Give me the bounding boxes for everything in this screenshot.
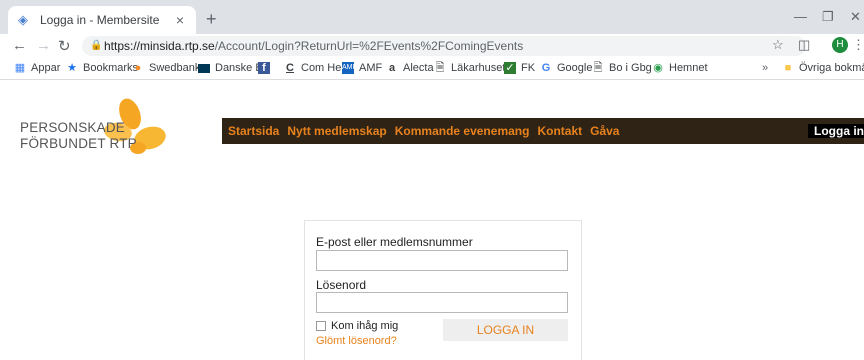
bookmark-label: FK bbox=[521, 62, 536, 74]
password-label: Lösenord bbox=[316, 278, 367, 292]
folder-icon: ■ bbox=[784, 62, 792, 74]
comhem-icon: C bbox=[286, 62, 294, 74]
bookmark-alecta[interactable]: a Alecta bbox=[386, 62, 434, 74]
bookmark-label: Danske B bbox=[215, 62, 263, 74]
swedbank-icon: ● bbox=[134, 62, 142, 74]
back-icon[interactable]: ← bbox=[12, 37, 27, 54]
facebook-icon: f bbox=[258, 62, 270, 74]
logo-line-2: FÖRBUNDET RTP bbox=[20, 136, 137, 151]
browser-tab[interactable]: ◈ Logga in - Membersite × bbox=[8, 6, 196, 34]
nav-gava[interactable]: Gåva bbox=[590, 124, 619, 138]
danske-icon bbox=[198, 63, 210, 73]
bookmark-fk[interactable]: ✓ FK bbox=[504, 62, 535, 74]
bookmark-label: Appar bbox=[31, 62, 61, 74]
nav-logga-in[interactable]: Logga in bbox=[808, 124, 864, 138]
extension-icon[interactable]: ◫ bbox=[798, 37, 810, 53]
url-path: /Account/Login?ReturnUrl=%2FEvents%2FCom… bbox=[214, 39, 524, 53]
bookmark-label: Swedbank bbox=[149, 62, 201, 74]
logo-line-1: PERSONSKADE bbox=[20, 120, 125, 135]
bookmark-bookmarks[interactable]: ★ Bookmarks bbox=[66, 62, 138, 74]
url-input[interactable]: 🔒 https://minsida.rtp.se/Account/Login?R… bbox=[82, 36, 806, 56]
page-icon: 🗎 bbox=[593, 62, 603, 74]
other-bookmarks-folder[interactable]: ■ Övriga bokmärken bbox=[782, 62, 864, 74]
bookmark-appar[interactable]: ▦ Appar bbox=[14, 62, 61, 74]
nav-kontakt[interactable]: Kontakt bbox=[537, 124, 582, 138]
email-field[interactable] bbox=[316, 250, 568, 271]
nav-kommande-evenemang[interactable]: Kommande evenemang bbox=[395, 124, 530, 138]
page-icon: 🗎 bbox=[435, 62, 445, 74]
site-favicon-icon: ◈ bbox=[18, 12, 28, 27]
forgot-password-link[interactable]: Glömt lösenord? bbox=[316, 335, 397, 347]
close-window-icon[interactable]: ✕ bbox=[850, 9, 861, 25]
amf-icon: AMF bbox=[342, 62, 357, 74]
nav-nytt-medlemskap[interactable]: Nytt medlemskap bbox=[287, 124, 386, 138]
forward-icon[interactable]: → bbox=[36, 37, 51, 54]
alecta-icon: a bbox=[388, 62, 396, 74]
remember-me-checkbox[interactable] bbox=[316, 321, 326, 331]
restore-icon[interactable]: ❐ bbox=[822, 9, 834, 25]
bookmark-label: Bookmarks bbox=[83, 62, 139, 74]
apps-grid-icon: ▦ bbox=[14, 62, 26, 74]
bookmark-hemnet[interactable]: ◉ Hemnet bbox=[652, 62, 708, 74]
url-domain: https://minsida.rtp.se bbox=[104, 39, 215, 53]
bookmark-comhem[interactable]: C Com Hem bbox=[284, 62, 351, 74]
menu-dots-icon[interactable]: ⋮ bbox=[852, 37, 864, 53]
site-logo[interactable]: PERSONSKADE FÖRBUNDET RTP bbox=[20, 96, 190, 156]
login-form: E-post eller medlemsnummer Lösenord Kom … bbox=[304, 220, 582, 360]
remember-me: Kom ihåg mig bbox=[316, 320, 398, 332]
bookmark-google[interactable]: G Google bbox=[540, 62, 593, 74]
new-tab-button[interactable]: + bbox=[206, 9, 217, 30]
remember-me-label: Kom ihåg mig bbox=[331, 320, 399, 332]
browser-tab-bar: ◈ Logga in - Membersite × + — ❐ ✕ bbox=[0, 0, 864, 34]
bookmark-boigbg[interactable]: 🗎 Bo i Gbg bbox=[592, 62, 652, 74]
password-field[interactable] bbox=[316, 292, 568, 313]
minimize-icon[interactable]: — bbox=[794, 9, 807, 24]
bookmark-label: Alecta bbox=[403, 62, 434, 74]
hemnet-icon: ◉ bbox=[653, 62, 663, 74]
bookmark-label: AMF bbox=[359, 62, 383, 74]
reload-icon[interactable]: ↻ bbox=[58, 37, 71, 55]
email-label: E-post eller medlemsnummer bbox=[316, 235, 473, 249]
bookmark-label: Bo i Gbg bbox=[609, 62, 652, 74]
google-icon: G bbox=[541, 62, 551, 74]
bookmark-label: Hemnet bbox=[669, 62, 708, 74]
bookmark-amf[interactable]: AMF AMF bbox=[342, 62, 382, 74]
bookmark-label: Google bbox=[557, 62, 593, 74]
other-bookmarks-label: Övriga bokmärken bbox=[799, 62, 864, 74]
bookmarks-overflow-button[interactable]: » bbox=[762, 62, 768, 74]
bookmark-label: Läkarhuset bbox=[451, 62, 506, 74]
bookmark-facebook[interactable]: f bbox=[258, 62, 275, 74]
lock-icon: 🔒 bbox=[90, 40, 103, 51]
bookmark-swedbank[interactable]: ● Swedbank bbox=[132, 62, 201, 74]
address-bar-row: ← → ↻ 🔒 https://minsida.rtp.se/Account/L… bbox=[0, 34, 864, 58]
bookmark-lakarhuset[interactable]: 🗎 Läkarhuset bbox=[434, 62, 506, 74]
fk-icon: ✓ bbox=[504, 62, 516, 74]
profile-avatar[interactable]: H bbox=[832, 37, 848, 53]
bookmark-danske[interactable]: Danske B bbox=[198, 62, 263, 74]
site-page: PERSONSKADE FÖRBUNDET RTP Startsida Nytt… bbox=[0, 80, 864, 360]
logo-wordmark: PERSONSKADE FÖRBUNDET RTP bbox=[20, 120, 137, 152]
bookmark-star-icon[interactable]: ☆ bbox=[772, 37, 784, 53]
bookmarks-bar: ▦ Appar ★ Bookmarks ● Swedbank Danske B f C… bbox=[0, 58, 864, 80]
tab-title: Logga in - Membersite bbox=[40, 13, 160, 27]
login-button[interactable]: LOGGA IN bbox=[443, 319, 568, 341]
main-nav: Startsida Nytt medlemskap Kommande evene… bbox=[222, 118, 864, 144]
star-icon: ★ bbox=[67, 62, 77, 74]
close-tab-icon[interactable]: × bbox=[176, 12, 184, 28]
nav-startsida[interactable]: Startsida bbox=[228, 124, 279, 138]
